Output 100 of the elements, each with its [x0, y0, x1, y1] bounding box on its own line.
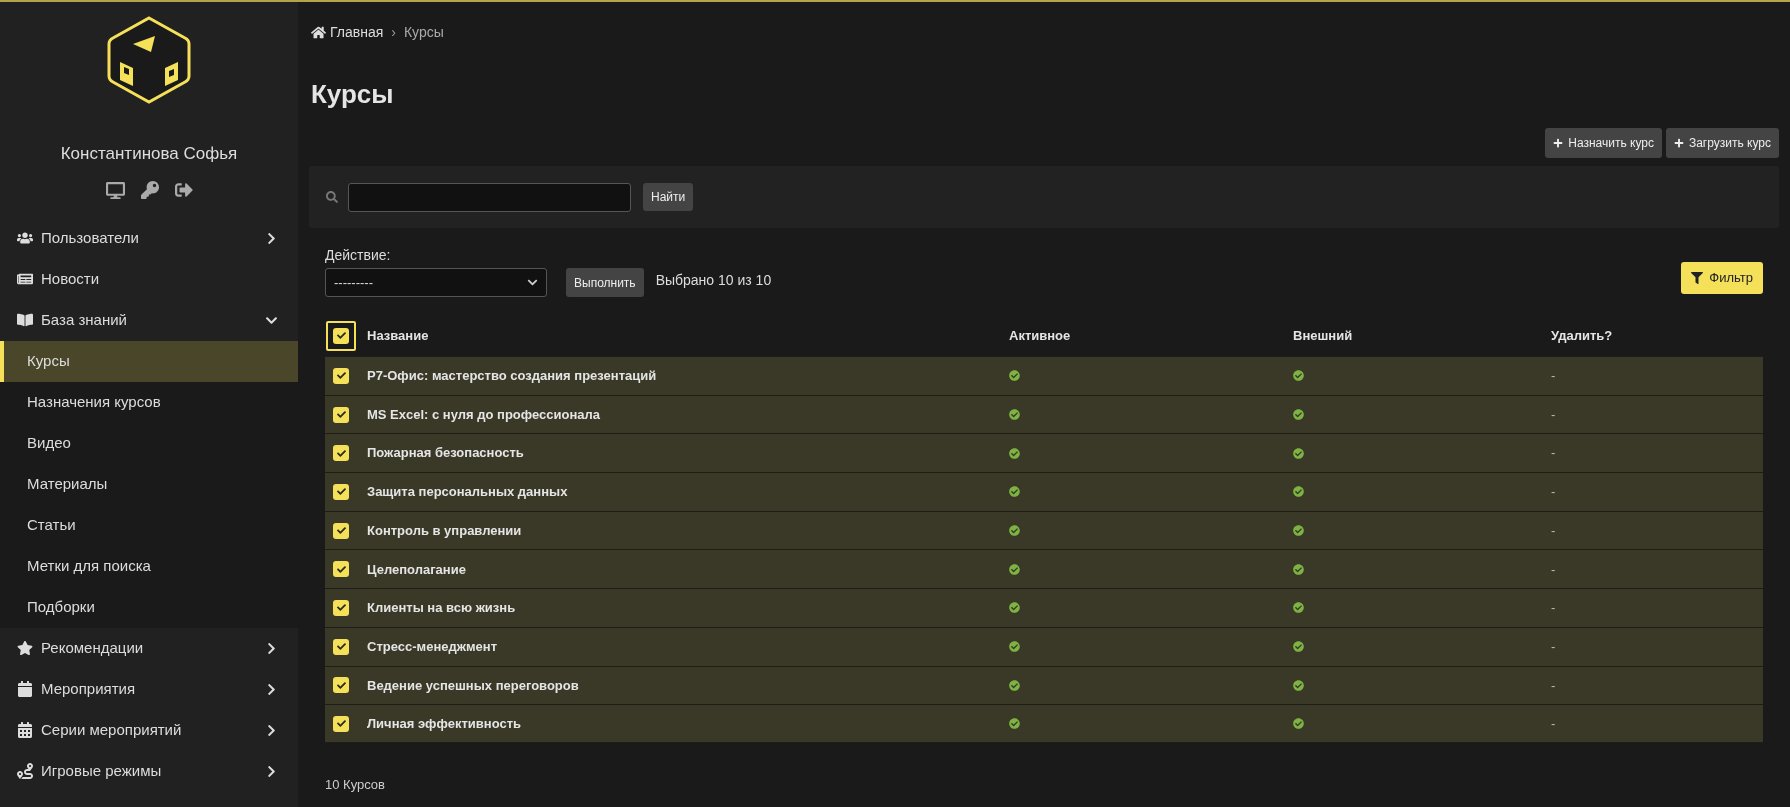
menu-item[interactable]: Пользователи — [0, 217, 298, 259]
table-cell-text: - — [1551, 676, 1557, 695]
table-cell-text: - — [1551, 637, 1557, 656]
check-icon — [1009, 447, 1020, 459]
key-icon[interactable] — [140, 180, 159, 199]
selection-count: Выбрано 10 из 10 — [655, 271, 772, 290]
table-cell-text: - — [1551, 483, 1557, 502]
checkmark-icon — [336, 680, 346, 690]
column-header: Активное — [1009, 326, 1072, 345]
check-icon — [1293, 370, 1304, 382]
chevron-down-icon — [527, 277, 538, 288]
checkbox[interactable] — [333, 327, 349, 344]
checkmark-icon — [336, 410, 346, 420]
checkbox[interactable] — [333, 367, 349, 384]
chevron-right-icon — [265, 723, 278, 737]
breadcrumb-separator: › — [391, 23, 396, 42]
checkbox[interactable] — [333, 406, 349, 423]
course-name[interactable]: Пожарная безопасность — [367, 443, 1009, 463]
checkmark-icon — [336, 526, 346, 536]
action-label: Действие: — [325, 246, 392, 265]
submenu-item[interactable]: Метки для поиска — [0, 545, 298, 587]
plus-icon — [1673, 138, 1684, 148]
user-name: Константинова Софья — [59, 143, 239, 165]
table-cell-text: - — [1551, 714, 1557, 733]
checkmark-icon — [336, 487, 346, 497]
course-name[interactable]: Целеполагание — [367, 559, 1009, 580]
action-select[interactable]: --------- — [325, 268, 547, 297]
table-cell-text: - — [1551, 560, 1557, 579]
check-icon — [1293, 486, 1304, 498]
check-icon — [1293, 409, 1304, 421]
checkbox[interactable] — [333, 522, 349, 539]
submenu-item[interactable]: Подборки — [0, 586, 298, 628]
run-button[interactable]: Выполнить — [566, 268, 644, 297]
check-icon — [1009, 563, 1020, 575]
checkbox[interactable] — [333, 561, 349, 578]
result-count: 10 Курсов — [325, 775, 386, 794]
checkbox[interactable] — [333, 715, 349, 732]
breadcrumb-link[interactable]: Главная — [311, 22, 384, 43]
course-name[interactable]: Стресс-менеджмент — [367, 636, 1009, 657]
checkmark-icon — [336, 371, 346, 381]
menu-item[interactable]: Мероприятия — [0, 668, 298, 710]
course-name[interactable]: Личная эффективность — [367, 713, 1009, 734]
check-icon — [1293, 563, 1304, 575]
submenu-item[interactable]: Видео — [0, 422, 298, 464]
check-icon — [1009, 679, 1020, 691]
calendar-icon — [17, 681, 33, 697]
table-cell-text: - — [1551, 405, 1557, 424]
course-name[interactable]: Контроль в управлении — [367, 520, 1009, 541]
check-icon — [1293, 525, 1304, 537]
logout-icon[interactable] — [174, 180, 193, 199]
check-icon — [1009, 370, 1020, 382]
menu-item[interactable]: База знаний — [0, 299, 298, 341]
menu-item[interactable]: Серии мероприятий — [0, 709, 298, 751]
check-icon — [1293, 602, 1304, 614]
page-title: Курсы — [311, 78, 395, 111]
check-icon — [1293, 447, 1304, 459]
table-cell-text: - — [1551, 599, 1557, 618]
star-icon — [17, 640, 33, 656]
column-header: Внешний — [1293, 326, 1354, 345]
check-icon — [1009, 409, 1020, 421]
column-header: Название — [367, 326, 430, 345]
course-name[interactable]: Защита персональных данных — [367, 482, 1009, 502]
chevron-right-icon — [265, 682, 278, 696]
check-icon — [1009, 602, 1020, 614]
checkmark-icon — [336, 603, 346, 613]
table-cell-text: - — [1551, 444, 1557, 463]
check-icon — [1293, 718, 1304, 730]
toolbar-button[interactable]: Назначить курс — [1545, 128, 1662, 158]
checkbox[interactable] — [333, 483, 349, 500]
filter-icon — [1691, 272, 1704, 284]
checkbox[interactable] — [333, 638, 349, 655]
home-icon — [311, 25, 326, 40]
course-name[interactable]: MS Excel: с нуля до профессионала — [367, 404, 1009, 425]
submenu-item[interactable]: Статьи — [0, 504, 298, 546]
checkbox[interactable] — [333, 599, 349, 616]
checkmark-icon — [336, 331, 346, 340]
filter-button[interactable]: Фильтр — [1681, 262, 1763, 294]
menu-item[interactable]: Рекомендации — [0, 627, 298, 669]
users-icon — [17, 230, 33, 246]
monitor-icon[interactable] — [105, 180, 125, 200]
toolbar-button[interactable]: Загрузить курс — [1665, 128, 1779, 158]
table-cell-text: - — [1551, 521, 1557, 540]
chevron-right-icon — [265, 641, 278, 655]
search-field[interactable] — [348, 182, 631, 212]
checkbox[interactable] — [333, 677, 349, 694]
course-name[interactable]: Ведение успешных переговоров — [367, 675, 1009, 696]
check-icon — [1009, 486, 1020, 498]
course-name[interactable]: Р7-Офис: мастерство создания презентаций — [367, 366, 1009, 386]
search-button[interactable]: Найти — [643, 183, 694, 211]
check-icon — [1009, 525, 1020, 537]
breadcrumb-current: Курсы — [403, 23, 444, 42]
checkbox[interactable] — [333, 445, 349, 462]
menu-item[interactable]: Новости — [0, 258, 298, 300]
course-name[interactable]: Клиенты на всю жизнь — [367, 598, 1009, 618]
submenu-item[interactable]: Материалы — [0, 463, 298, 505]
menu-item[interactable]: Игровые режимы — [0, 750, 298, 792]
newspaper-icon — [17, 271, 33, 287]
submenu-item[interactable]: Назначения курсов — [0, 381, 298, 423]
submenu-item[interactable]: Курсы — [0, 340, 298, 382]
plus-icon — [1553, 138, 1564, 148]
